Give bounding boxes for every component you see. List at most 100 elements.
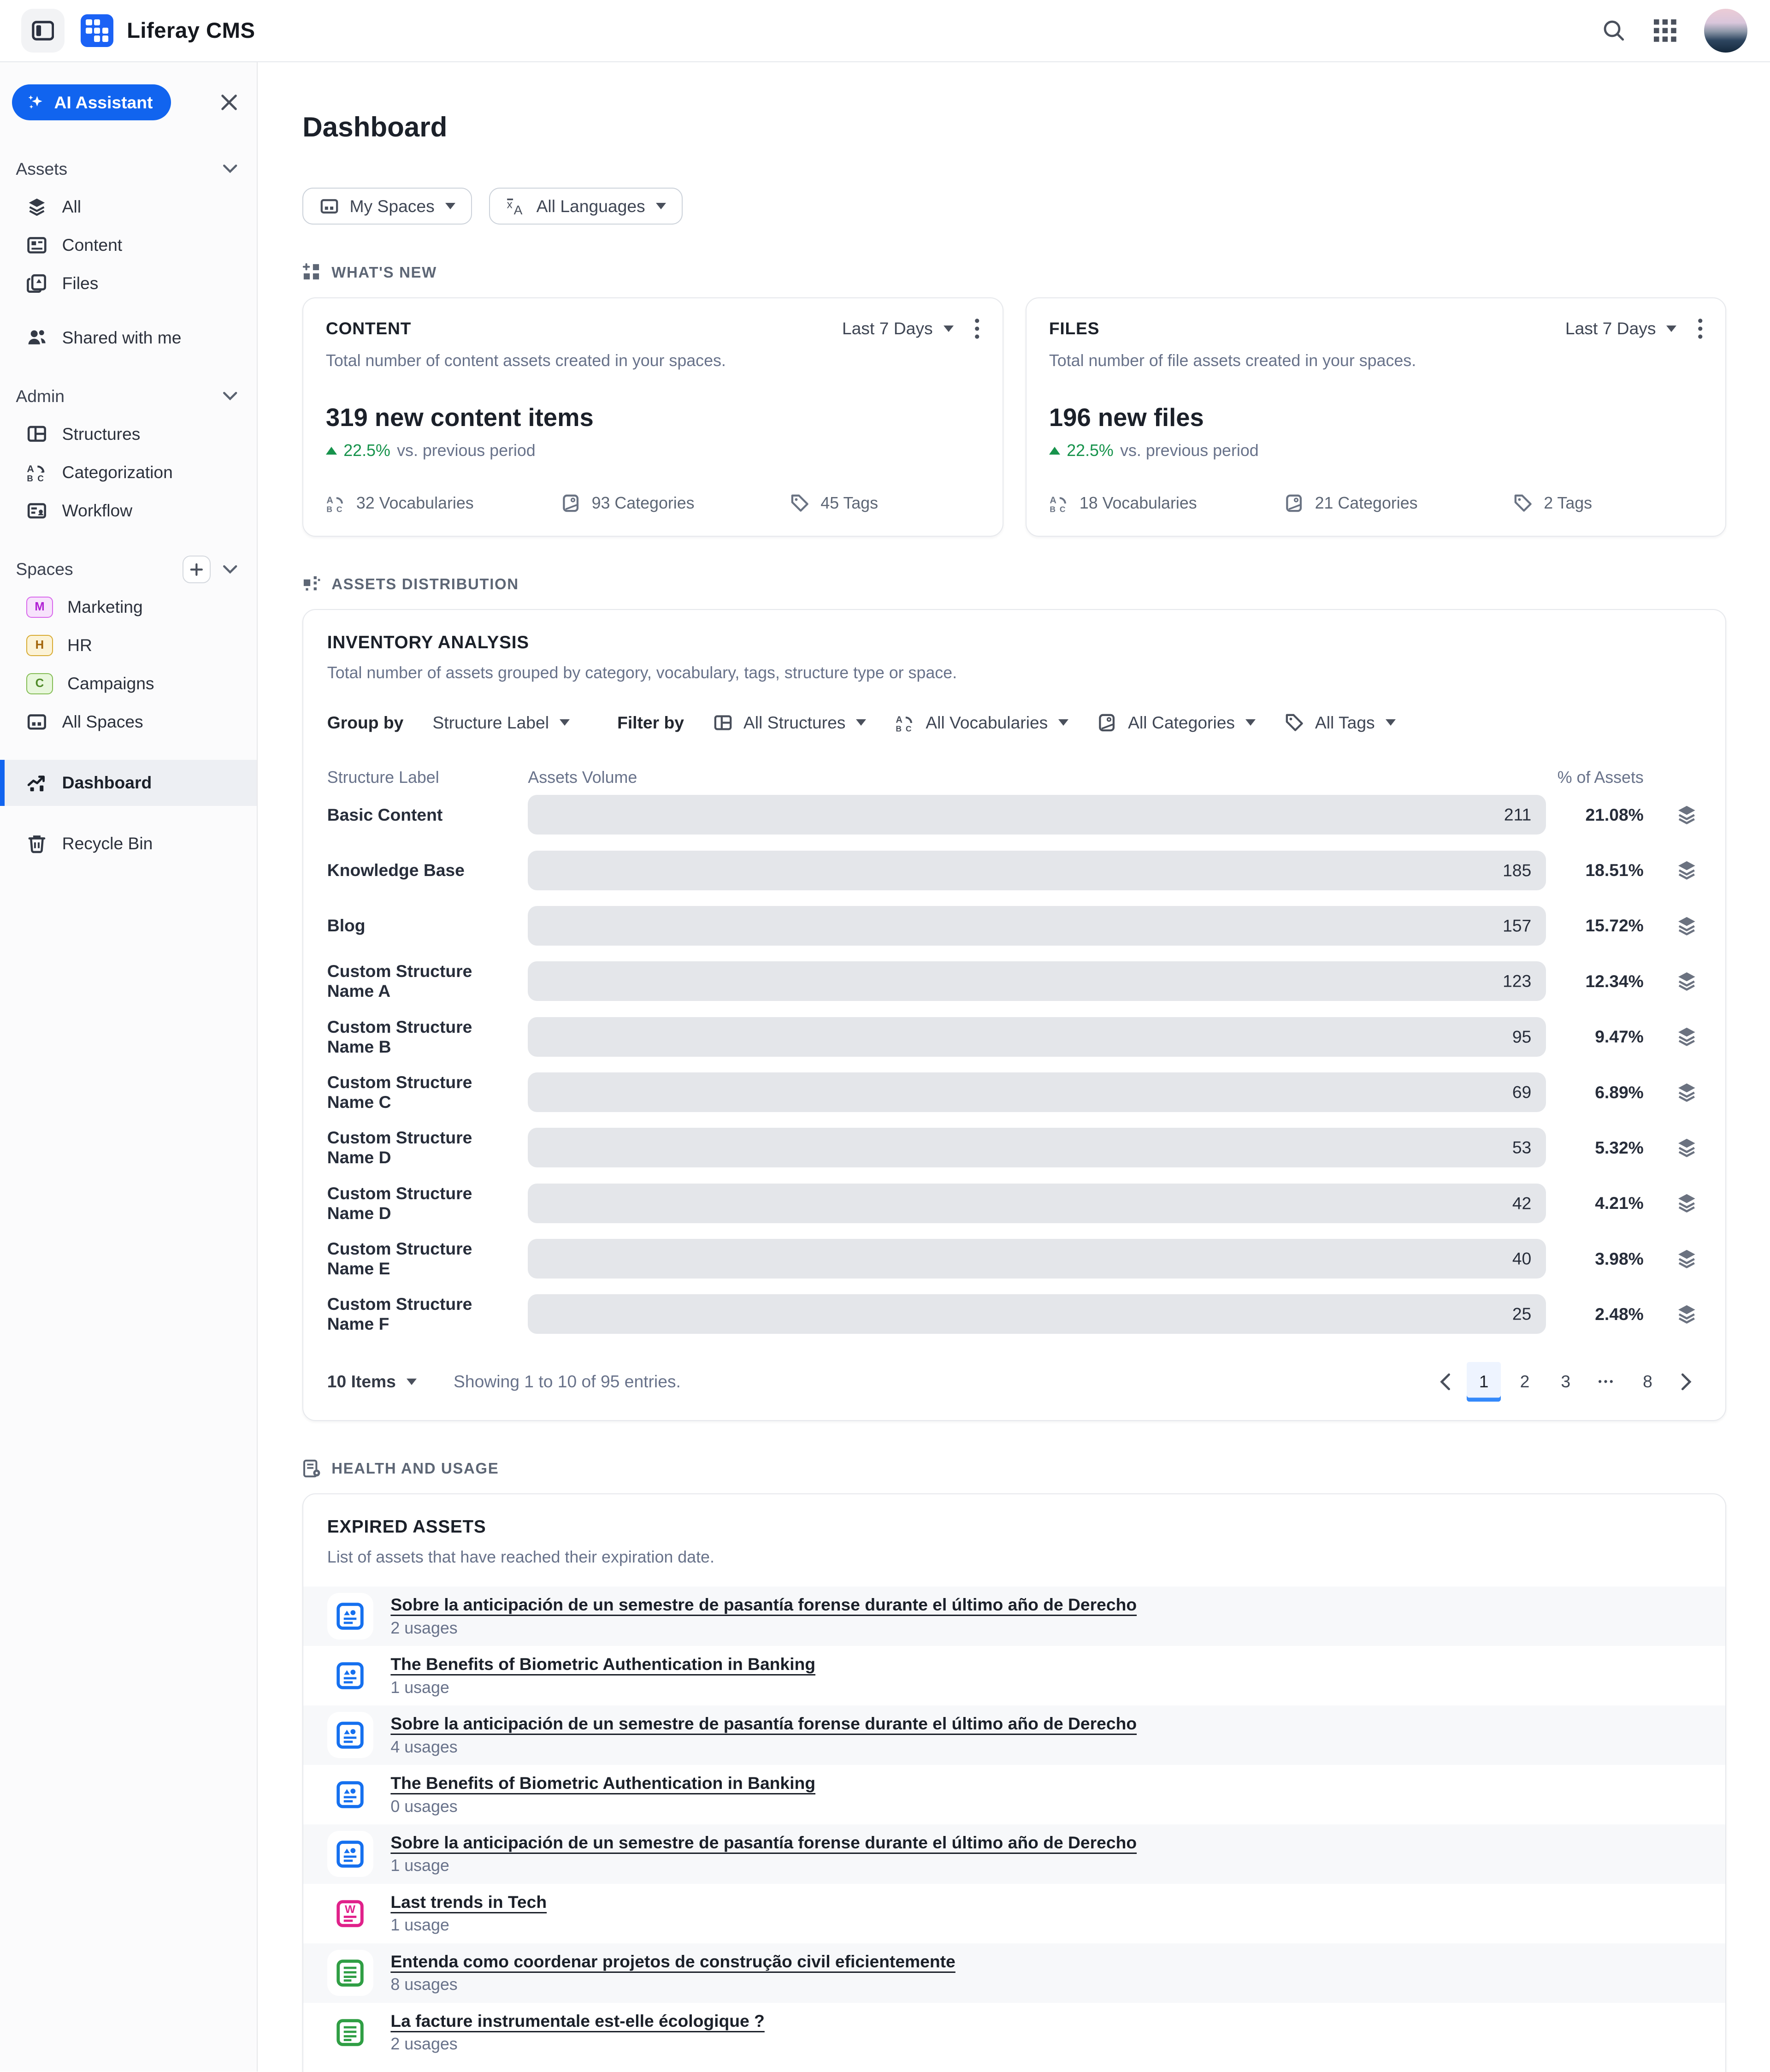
structure-label: Custom Structure Name C — [327, 1072, 528, 1112]
tags-filter-dropdown[interactable]: All Tags — [1285, 713, 1396, 733]
whats-new-label: WHAT'S NEW — [331, 264, 437, 281]
next-page-button[interactable] — [1671, 1373, 1702, 1391]
sidebar-item-categorization[interactable]: A B C Categorization — [0, 453, 257, 491]
files-card-menu-button[interactable] — [1698, 318, 1703, 339]
structure-type-cell — [1644, 804, 1702, 826]
asset-icon-box — [327, 1771, 373, 1817]
sidebar-item-label: All — [62, 197, 81, 217]
close-sidebar-button[interactable] — [220, 93, 238, 112]
categories-filter-dropdown[interactable]: All Categories — [1097, 713, 1256, 733]
language-filter-value: All Languages — [537, 196, 645, 216]
page-button-3[interactable]: 3 — [1549, 1362, 1583, 1402]
vocabulary-icon: A B C — [326, 493, 346, 513]
tag-icon — [1285, 713, 1304, 733]
layers-icon — [26, 196, 47, 218]
expired-asset-row: Sobre la anticipación de un semestre de … — [303, 1824, 1725, 1884]
expired-pagination: 8 Items Showing 1 to 8 of 95 entries. 12… — [303, 2065, 1725, 2072]
items-per-page-dropdown[interactable]: 10 Items — [327, 1372, 417, 1391]
add-space-button[interactable] — [183, 556, 210, 583]
app-title: Liferay CMS — [127, 18, 255, 43]
chevron-right-icon — [1681, 1373, 1693, 1391]
expired-asset-link[interactable]: Sobre la anticipación de un semestre de … — [390, 1833, 1137, 1853]
section-assets[interactable]: Assets — [0, 151, 257, 188]
structure-type-cell — [1644, 1248, 1702, 1270]
assets-volume-bar[interactable]: 69 — [528, 1072, 1546, 1112]
files-trend-value: 22.5% — [1067, 441, 1114, 460]
svg-text:W: W — [345, 1903, 355, 1916]
assets-volume-bar[interactable]: 185 — [528, 851, 1546, 890]
sidebar-item-dashboard[interactable]: Dashboard — [0, 760, 257, 806]
group-by-dropdown[interactable]: Structure Label — [432, 713, 570, 733]
sidebar-item-shared-with-me[interactable]: Shared with me — [0, 319, 257, 357]
sidebar-item-structures[interactable]: Structures — [0, 415, 257, 453]
sidebar-item-workflow[interactable]: Workflow — [0, 491, 257, 530]
group-by-label: Group by — [327, 713, 404, 733]
ai-assistant-button[interactable]: AI Assistant — [12, 84, 171, 120]
page-button-1[interactable]: 1 — [1467, 1362, 1501, 1402]
svg-text:A: A — [27, 463, 35, 474]
app-grid-icon — [1654, 19, 1676, 42]
section-spaces[interactable]: Spaces — [0, 551, 257, 588]
previous-page-button[interactable] — [1430, 1373, 1460, 1391]
inventory-description: Total number of assets grouped by catego… — [327, 663, 1702, 682]
assets-volume-bar[interactable]: 211 — [528, 795, 1546, 835]
svg-text:x: x — [507, 198, 512, 211]
spaces-filter-dropdown[interactable]: My Spaces — [302, 188, 472, 225]
app-grid-button[interactable] — [1654, 19, 1676, 42]
inventory-row: Custom Structure Name E 40 3.98% — [327, 1231, 1702, 1286]
sidebar-item-files[interactable]: Files — [0, 264, 257, 302]
assets-volume-bar[interactable]: 157 — [528, 906, 1546, 946]
expired-asset-link[interactable]: The Benefits of Biometric Authentication… — [390, 1654, 815, 1674]
page-button-8[interactable]: 8 — [1630, 1362, 1665, 1402]
assets-volume-bar[interactable]: 95 — [528, 1017, 1546, 1057]
section-admin[interactable]: Admin — [0, 378, 257, 415]
expired-asset-link[interactable]: Entenda como coordenar projetos de const… — [390, 1952, 955, 1971]
vocabularies-filter-dropdown[interactable]: A B C All Vocabularies — [895, 713, 1068, 733]
caret-down-icon — [1058, 719, 1068, 726]
sidebar-item-all[interactable]: All — [0, 188, 257, 226]
chevron-down-icon — [222, 564, 238, 575]
inventory-table-header: Structure Label Assets Volume % of Asset… — [327, 768, 1702, 787]
user-avatar[interactable] — [1704, 9, 1748, 53]
assets-volume-bar[interactable]: 123 — [528, 961, 1546, 1001]
expired-description: List of assets that have reached their e… — [327, 1548, 1702, 1567]
assets-volume-bar[interactable]: 25 — [528, 1294, 1546, 1334]
assets-volume-bar[interactable]: 40 — [528, 1239, 1546, 1279]
assets-volume-bar[interactable]: 53 — [528, 1128, 1546, 1167]
search-button[interactable] — [1602, 19, 1626, 43]
content-range-dropdown[interactable]: Last 7 Days — [842, 319, 954, 338]
sidebar-item-content[interactable]: Content — [0, 226, 257, 264]
expired-asset-usages: 1 usage — [390, 1856, 1137, 1875]
structures-filter-value: All Structures — [743, 713, 846, 733]
structure-label: Custom Structure Name F — [327, 1294, 528, 1334]
sidebar-item-label: Structures — [62, 424, 141, 444]
inventory-row: Custom Structure Name D 42 4.21% — [327, 1176, 1702, 1231]
expired-assets-list: Sobre la anticipación de un semestre de … — [303, 1587, 1725, 2062]
sidebar-item-recycle-bin[interactable]: Recycle Bin — [0, 824, 257, 863]
svg-text:B: B — [1050, 504, 1056, 513]
expired-title: EXPIRED ASSETS — [327, 1517, 1702, 1537]
expired-asset-row: The Benefits of Biometric Authentication… — [303, 1765, 1725, 1824]
sidebar-item-marketing[interactable]: M Marketing — [0, 588, 257, 626]
sidebar-item-campaigns[interactable]: C Campaigns — [0, 664, 257, 703]
language-filter-dropdown[interactable]: x A All Languages — [489, 188, 683, 225]
sidebar-item-hr[interactable]: H HR — [0, 626, 257, 664]
sidebar-item-all-spaces[interactable]: All Spaces — [0, 703, 257, 741]
expired-asset-link[interactable]: Sobre la anticipación de un semestre de … — [390, 1714, 1137, 1734]
page-button-2[interactable]: 2 — [1508, 1362, 1542, 1402]
vocabulary-icon: A B C — [895, 713, 915, 733]
expired-asset-link[interactable]: Sobre la anticipación de un semestre de … — [390, 1595, 1137, 1615]
sidebar-toggle-button[interactable] — [21, 9, 65, 53]
svg-text:C: C — [38, 474, 44, 483]
top-bar: Liferay CMS — [0, 0, 1770, 62]
expired-asset-link[interactable]: La facture instrumentale est-elle écolog… — [390, 2011, 764, 2031]
content-card-menu-button[interactable] — [974, 318, 979, 339]
files-range-dropdown[interactable]: Last 7 Days — [1565, 319, 1677, 338]
topbar-actions — [1602, 9, 1747, 53]
expired-asset-link[interactable]: The Benefits of Biometric Authentication… — [390, 1773, 815, 1793]
structures-filter-dropdown[interactable]: All Structures — [713, 713, 866, 733]
expired-asset-link[interactable]: Last trends in Tech — [390, 1892, 547, 1912]
assets-volume-bar[interactable]: 42 — [528, 1184, 1546, 1223]
blog-document-icon — [336, 1780, 365, 1809]
health-usage-icon — [302, 1459, 321, 1478]
